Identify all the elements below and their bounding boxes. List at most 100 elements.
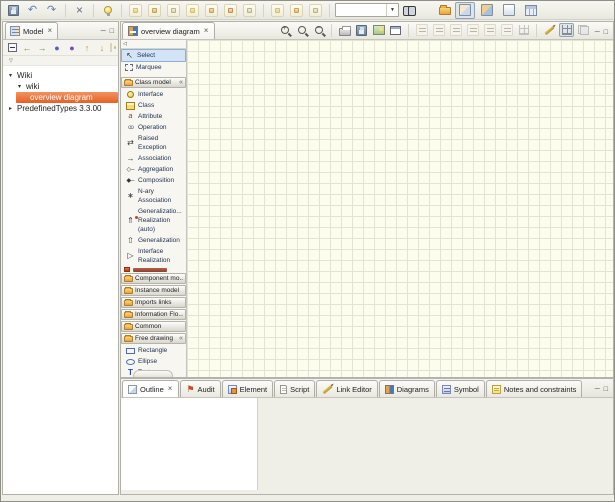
combo-dropdown-arrow-icon[interactable]: ▼ (386, 4, 398, 16)
save-diagram-button[interactable] (354, 23, 369, 37)
palette-item-generalization[interactable]: ⇧ Generalization (121, 235, 186, 246)
search-combo[interactable]: ▼ (335, 3, 399, 17)
palette-tool-select[interactable]: ↖ Select (121, 49, 186, 62)
maximize-icon[interactable]: □ (604, 386, 608, 393)
zoom-in-button[interactable]: + (277, 23, 292, 37)
edit-style-button[interactable] (542, 23, 557, 37)
create-element-button-7[interactable] (241, 2, 258, 19)
create-element-button-6[interactable] (222, 2, 239, 19)
palette-item-attribute[interactable]: a Attribute (121, 111, 186, 122)
expander-icon[interactable]: ▾ (7, 72, 14, 79)
palette-drawer-information-flow[interactable]: Information Flo... (121, 309, 186, 320)
close-icon[interactable]: × (203, 27, 210, 35)
pin-drawer-icon[interactable]: « (179, 335, 183, 342)
minimize-icon[interactable]: ─ (595, 386, 600, 393)
tree-item-wiki-project[interactable]: ▾ Wiki (3, 70, 118, 81)
palette-item-composition[interactable]: ◆– Composition (121, 175, 186, 186)
print-button[interactable] (337, 23, 352, 37)
palette-item-interface[interactable]: Interface (121, 89, 186, 100)
pin-drawer-icon[interactable]: « (179, 79, 183, 86)
tab-model[interactable]: Model × (5, 22, 58, 39)
create-element-button-5[interactable] (203, 2, 220, 19)
palette-item-class[interactable]: Class (121, 100, 186, 111)
tab-script[interactable]: Script (274, 380, 315, 397)
undo-button[interactable]: ↶ (24, 2, 41, 19)
maximize-icon[interactable]: □ (110, 28, 114, 35)
clipped-palette-item[interactable] (121, 267, 186, 272)
show-grid-button[interactable] (516, 23, 531, 37)
create-element-button-8[interactable] (269, 2, 286, 19)
close-icon[interactable]: × (46, 27, 53, 35)
minimize-icon[interactable]: ─ (595, 29, 600, 36)
palette-item-association[interactable]: → Association (121, 153, 186, 164)
snap-to-grid-button[interactable] (559, 23, 574, 37)
align-left-button[interactable] (414, 23, 429, 37)
palette-tool-marquee[interactable]: Marquee (121, 62, 186, 73)
match-height-button[interactable] (499, 23, 514, 37)
perspective-dev-button[interactable] (499, 2, 519, 19)
maximize-icon[interactable]: □ (604, 29, 608, 36)
palette-item-interface-realization[interactable]: ▷ Interface Realization (121, 246, 186, 266)
navigate-back-button[interactable]: ← (20, 41, 34, 55)
link-with-editor-button[interactable]: ● (50, 41, 64, 55)
palette-drawer-imports-links[interactable]: Imports links (121, 297, 186, 308)
zoom-out-button[interactable]: − (311, 23, 326, 37)
tab-element[interactable]: Element (222, 380, 274, 397)
palette-scroll-handle[interactable] (133, 370, 173, 377)
clipped-toolbar-icon[interactable] (110, 43, 116, 52)
redo-button[interactable]: ↷ (43, 2, 60, 19)
expander-icon[interactable]: ▸ (7, 105, 14, 112)
palette-item-rectangle[interactable]: Rectangle (121, 345, 186, 356)
align-center-button[interactable] (431, 23, 446, 37)
create-element-button-1[interactable] (127, 2, 144, 19)
diagram-canvas[interactable] (187, 40, 613, 377)
tab-overview-diagram[interactable]: overview diagram × (122, 22, 215, 39)
related-elements-button[interactable]: ● (65, 41, 79, 55)
align-right-button[interactable] (448, 23, 463, 37)
palette-item-operation[interactable]: oo Operation (121, 122, 186, 133)
perspective-table-button[interactable] (521, 2, 541, 19)
layers-button[interactable] (576, 23, 591, 37)
tab-diagrams[interactable]: Diagrams (379, 380, 435, 397)
palette-item-ellipse[interactable]: Ellipse (121, 356, 186, 367)
create-element-button-2[interactable] (146, 2, 163, 19)
palette-item-raised-exception[interactable]: ⇄ Raised Exception (121, 133, 186, 153)
palette-drawer-class-model[interactable]: Class model « (121, 77, 186, 88)
create-element-button-4[interactable] (184, 2, 201, 19)
palette-drawer-free-drawing[interactable]: Free drawing « (121, 333, 186, 344)
perspective-diagram-button[interactable] (477, 2, 497, 19)
perspective-model-button[interactable] (455, 2, 475, 19)
close-icon[interactable]: × (167, 385, 174, 393)
save-button[interactable] (5, 2, 22, 19)
palette-drawer-component-model[interactable]: Component mo... (121, 273, 186, 284)
match-width-button[interactable] (482, 23, 497, 37)
palette-collapse-bar[interactable]: ◁ (121, 40, 186, 49)
fit-to-window-button[interactable] (388, 23, 403, 37)
align-top-button[interactable] (465, 23, 480, 37)
palette-item-nary-association[interactable]: ∗ N-ary Association (121, 186, 186, 206)
create-element-button-3[interactable] (165, 2, 182, 19)
tab-outline[interactable]: Outline × (122, 380, 179, 397)
tree-item-overview-diagram[interactable]: overview diagram (16, 92, 118, 103)
tab-link-editor[interactable]: Link Editor (316, 380, 377, 397)
navigate-forward-button[interactable]: → (35, 41, 49, 55)
search-button[interactable] (401, 2, 418, 19)
view-menu-icon[interactable]: ▽ (9, 58, 13, 64)
tab-audit[interactable]: ⚑ Audit (180, 380, 220, 397)
palette-drawer-instance-model[interactable]: Instance model (121, 285, 186, 296)
audit-hint-button[interactable] (99, 2, 116, 19)
collapse-all-button[interactable] (5, 41, 19, 55)
outline-view-content[interactable] (121, 398, 258, 490)
move-up-button[interactable]: ↑ (80, 41, 94, 55)
tab-symbol[interactable]: Symbol (436, 380, 485, 397)
palette-item-generalization-auto[interactable]: ⇑ Generalizatio... Realization (auto) (121, 206, 186, 235)
tree-item-predefined-types[interactable]: ▸ PredefinedTypes 3.3.00 (3, 103, 118, 114)
expander-icon[interactable]: ▾ (16, 83, 23, 90)
palette-item-aggregation[interactable]: ◇– Aggregation (121, 164, 186, 175)
palette-drawer-common[interactable]: Common (121, 321, 186, 332)
configure-button[interactable]: × (71, 2, 88, 19)
tab-notes-and-constraints[interactable]: Notes and constraints (486, 380, 583, 397)
minimize-icon[interactable]: ─ (101, 28, 106, 35)
create-element-button-9[interactable] (288, 2, 305, 19)
tree-item-wiki-package[interactable]: ▾ wiki (3, 81, 118, 92)
